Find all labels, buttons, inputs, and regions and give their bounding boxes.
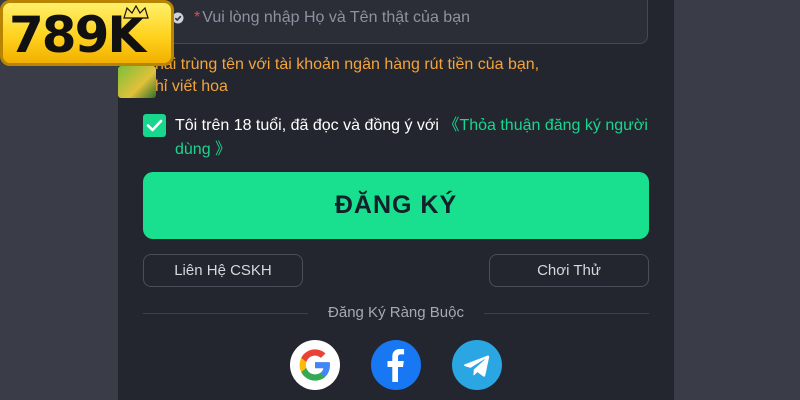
facebook-icon (387, 349, 405, 382)
checkmark-icon (146, 119, 163, 132)
contact-support-button[interactable]: Liên Hệ CSKH (143, 254, 303, 287)
avatar-thumbnail (118, 66, 156, 98)
fullname-placeholder: * Vui lòng nhập Họ và Tên thật của bạn (194, 9, 470, 26)
fullname-input[interactable]: * Vui lòng nhập Họ và Tên thật của bạn (143, 0, 648, 44)
telegram-login-button[interactable] (452, 340, 502, 390)
crown-icon (123, 5, 149, 19)
google-login-button[interactable] (290, 340, 340, 390)
hint-line-2: hỉ viết hoa (155, 78, 228, 95)
facebook-login-button[interactable] (371, 340, 421, 390)
agreement-label: Tôi trên 18 tuổi, đã đọc và đồng ý với (175, 117, 439, 134)
telegram-icon (463, 355, 490, 377)
divider-left (143, 313, 308, 314)
divider-right (484, 313, 649, 314)
agreement-text: Tôi trên 18 tuổi, đã đọc và đồng ý với 《… (175, 114, 655, 162)
name-hint: hải trùng tên với tài khoản ngân hàng rú… (155, 54, 635, 98)
agreement-checkbox[interactable] (143, 114, 166, 137)
brand-logo: 789K (0, 0, 174, 66)
hint-line-1: hải trùng tên với tài khoản ngân hàng rú… (155, 56, 540, 73)
register-button[interactable]: ĐĂNG KÝ (143, 172, 649, 239)
google-icon (299, 349, 330, 381)
bind-register-label: Đăng Ký Ràng Buộc (328, 304, 464, 321)
required-mark: * (194, 9, 201, 26)
try-play-button[interactable]: Chơi Thử (489, 254, 649, 287)
